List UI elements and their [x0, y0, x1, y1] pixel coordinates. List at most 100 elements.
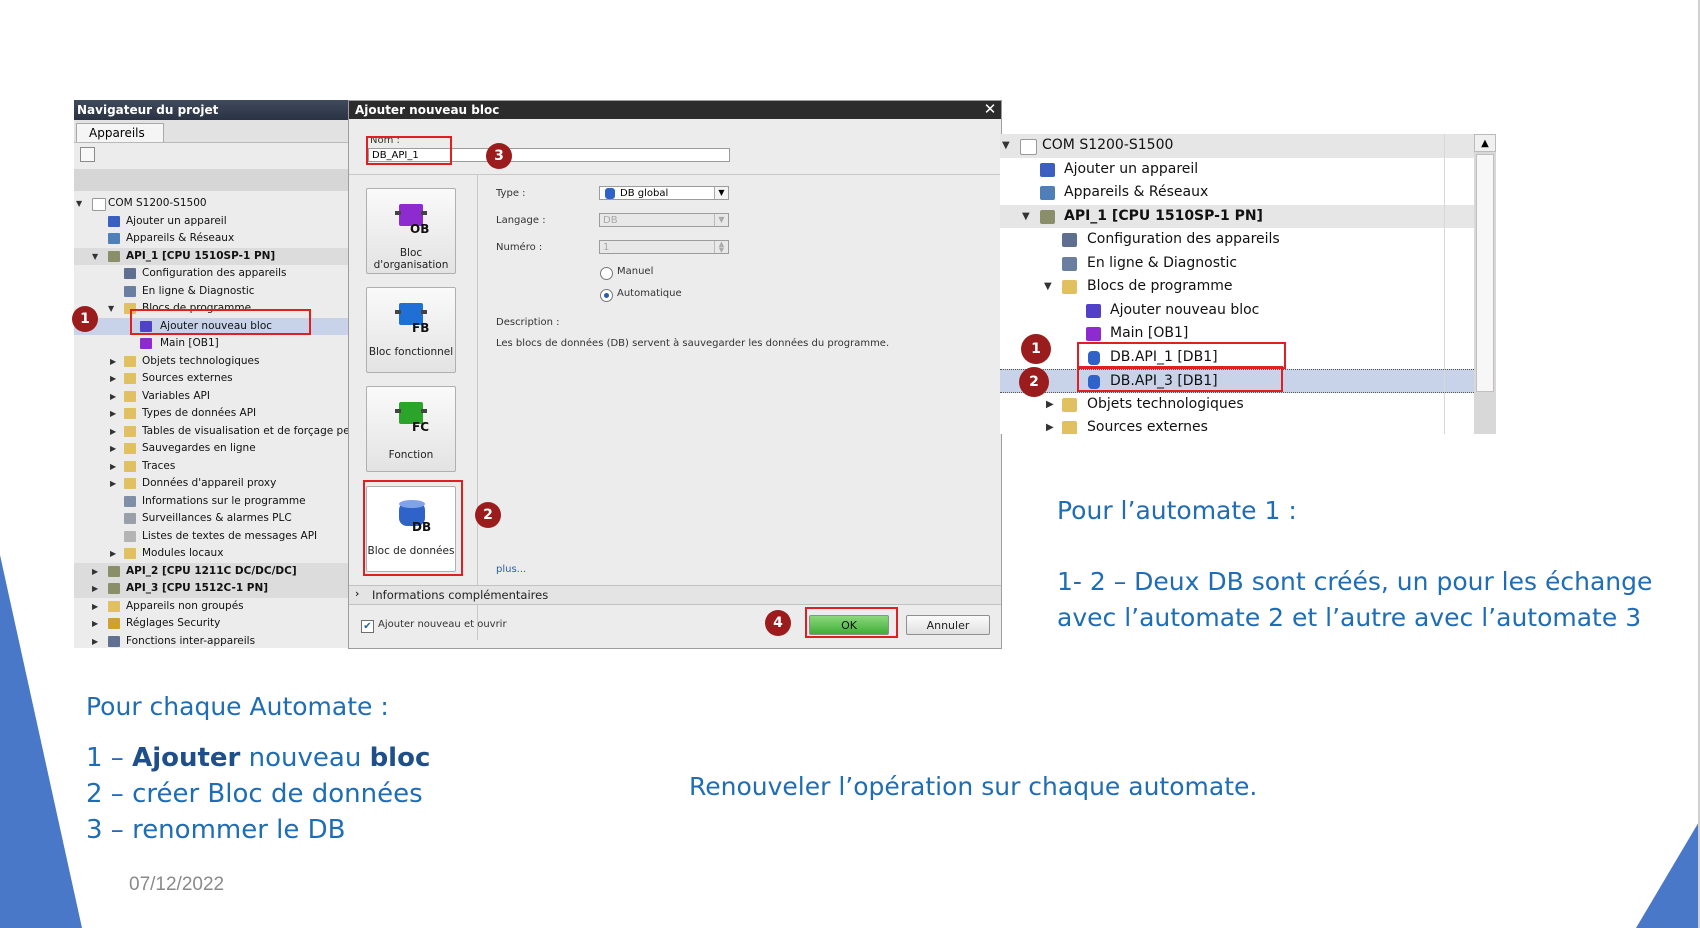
- diagnostic-icon: [124, 285, 136, 297]
- radio-automatic-label: Automatique: [617, 288, 682, 299]
- svg-text:FC: FC: [412, 420, 429, 433]
- add-and-open-checkbox[interactable]: ✔: [361, 620, 374, 633]
- tree-item[interactable]: ▼ API_1 [CPU 1510SP-1 PN]: [74, 247, 348, 265]
- chevron-right-icon: ›: [355, 587, 360, 600]
- tab-devices[interactable]: Appareils: [76, 123, 164, 142]
- ob-block-icon: OB: [395, 204, 429, 235]
- tree-item[interactable]: ▶ Types de données API: [74, 405, 348, 423]
- type-value: DB global: [620, 188, 669, 199]
- tree-scrollbar[interactable]: ▲: [1474, 134, 1496, 434]
- ob-block-button[interactable]: OB Bloc d'organisation: [366, 188, 456, 274]
- cpu-icon: [1040, 209, 1055, 224]
- navigator-tree: ▼ COM S1200-S1500 Ajouter un appareil App…: [74, 195, 348, 648]
- security-icon: [108, 618, 120, 629]
- radio-automatic[interactable]: [600, 289, 613, 302]
- extra-info-bar[interactable]: › Informations complémentaires: [349, 585, 1001, 605]
- tree-item[interactable]: ▶ API_3 [CPU 1512C-1 PN]: [74, 580, 348, 598]
- tree-item[interactable]: ▶ Appareils non groupés: [74, 598, 348, 616]
- type-select[interactable]: DB global ▼: [599, 186, 729, 200]
- tree-item[interactable]: Listes de textes de messages API: [74, 528, 348, 546]
- cancel-button[interactable]: Annuler: [906, 615, 990, 635]
- device-config-icon: [1062, 233, 1077, 247]
- tree-item[interactable]: Appareils & Réseaux: [1000, 181, 1496, 205]
- add-and-open-label: Ajouter nouveau et ouvrir: [378, 619, 507, 630]
- language-value: DB: [603, 215, 618, 226]
- tree-item[interactable]: ▶ Sauvegardes en ligne: [74, 440, 348, 458]
- tree-item[interactable]: ▶ Réglages Security: [74, 615, 348, 633]
- folder-icon: [124, 425, 136, 437]
- tree-item[interactable]: ▼ COM S1200-S1500: [74, 195, 348, 213]
- language-label: Langage :: [496, 215, 546, 226]
- cross-device-icon: [108, 635, 120, 647]
- add-block-icon: [1086, 303, 1101, 318]
- network-icon: [1040, 186, 1055, 200]
- navigator-title: Navigateur du projet: [74, 100, 348, 120]
- language-select: DB ▼: [599, 213, 729, 227]
- tree-item[interactable]: ▶ Traces: [74, 458, 348, 476]
- tree-item[interactable]: ▼ COM S1200-S1500: [1000, 134, 1496, 158]
- db-type-icon: [605, 188, 615, 199]
- tree-item[interactable]: ▶ Modules locaux: [74, 545, 348, 563]
- highlight-db-api-3: [1077, 366, 1283, 392]
- step-badge: 4: [765, 610, 791, 636]
- folder-icon: [124, 443, 136, 454]
- folder-icon: [1062, 280, 1077, 294]
- tree-item[interactable]: ▶ Variables API: [74, 388, 348, 406]
- tree-item[interactable]: ▶ Fonctions inter-appareils: [74, 633, 348, 649]
- fb-block-button[interactable]: FB Bloc fonctionnel: [366, 287, 456, 373]
- highlight-ok-button: [805, 607, 898, 638]
- add-device-icon: [1040, 162, 1055, 177]
- tree-item[interactable]: ▶ Tables de visualisation et de forçage p…: [74, 423, 348, 441]
- close-icon[interactable]: ✕: [982, 101, 998, 118]
- tree-item[interactable]: ▶ Données d'appareil proxy: [74, 475, 348, 493]
- project-icon: [92, 198, 106, 211]
- device-config-icon: [124, 268, 136, 279]
- fc-block-button[interactable]: FC Fonction: [366, 386, 456, 472]
- tree-item[interactable]: ▶ Objets technologiques: [1000, 393, 1496, 417]
- diagnostic-icon: [1062, 256, 1077, 271]
- right-line-1: 1- 2 – Deux DB sont créés, un pour les é…: [1057, 567, 1653, 596]
- project-icon: [1020, 139, 1037, 155]
- svg-text:FB: FB: [412, 321, 429, 334]
- highlight-db-api-1: [1077, 342, 1286, 369]
- tree-item[interactable]: Configuration des appareils: [1000, 228, 1496, 252]
- step-3-text: 3 – renommer le DB: [86, 815, 346, 845]
- tree-item[interactable]: Appareils & Réseaux: [74, 230, 348, 248]
- tree-item[interactable]: ▶ Sources externes: [74, 370, 348, 388]
- tree-view-icon[interactable]: [80, 147, 95, 162]
- tree-item[interactable]: En ligne & Diagnostic: [74, 283, 348, 301]
- tree-item[interactable]: Surveillances & alarmes PLC: [74, 510, 348, 528]
- tree-item[interactable]: Ajouter un appareil: [1000, 158, 1496, 182]
- number-value: 1: [603, 242, 610, 253]
- tree-item[interactable]: Main [OB1]: [74, 335, 348, 353]
- tree-item[interactable]: ▼ Blocs de programme: [1000, 275, 1496, 299]
- highlight-add-block: [130, 309, 311, 335]
- tree-item[interactable]: ▶ API_2 [CPU 1211C DC/DC/DC]: [74, 562, 348, 580]
- project-navigator: Navigateur du projet Appareils ▼ COM S120…: [74, 100, 349, 648]
- add-device-icon: [108, 215, 120, 227]
- folder-icon: [1062, 421, 1077, 434]
- scroll-up-icon[interactable]: ▲: [1474, 134, 1496, 152]
- radio-manual[interactable]: [600, 267, 613, 280]
- tree-item[interactable]: Configuration des appareils: [74, 265, 348, 283]
- more-link[interactable]: plus...: [496, 564, 526, 575]
- tree-item[interactable]: En ligne & Diagnostic: [1000, 252, 1496, 276]
- tree-item[interactable]: Ajouter nouveau bloc: [1000, 299, 1496, 323]
- fb-block-icon: FB: [395, 303, 429, 334]
- tree-item[interactable]: Informations sur le programme: [74, 493, 348, 511]
- tree-item[interactable]: ▶ Sources externes: [1000, 416, 1496, 434]
- fb-block-label: Bloc fonctionnel: [368, 346, 454, 358]
- text-list-icon: [124, 530, 136, 542]
- tree-item[interactable]: Ajouter un appareil: [74, 213, 348, 231]
- fc-block-label: Fonction: [388, 449, 434, 461]
- chevron-down-icon: ▼: [714, 187, 728, 199]
- right-title: Pour l’automate 1 :: [1057, 496, 1297, 525]
- ob-block-icon: [140, 338, 152, 349]
- description-label: Description :: [496, 317, 560, 328]
- tree-item[interactable]: ▼ API_1 [CPU 1510SP-1 PN]: [1000, 204, 1496, 228]
- stepper-icon: ▲ ▼: [714, 241, 728, 254]
- folder-icon: [124, 373, 136, 384]
- scroll-thumb[interactable]: [1476, 154, 1494, 392]
- folder-icon: [124, 390, 136, 402]
- tree-item[interactable]: ▶ Objets technologiques: [74, 353, 348, 371]
